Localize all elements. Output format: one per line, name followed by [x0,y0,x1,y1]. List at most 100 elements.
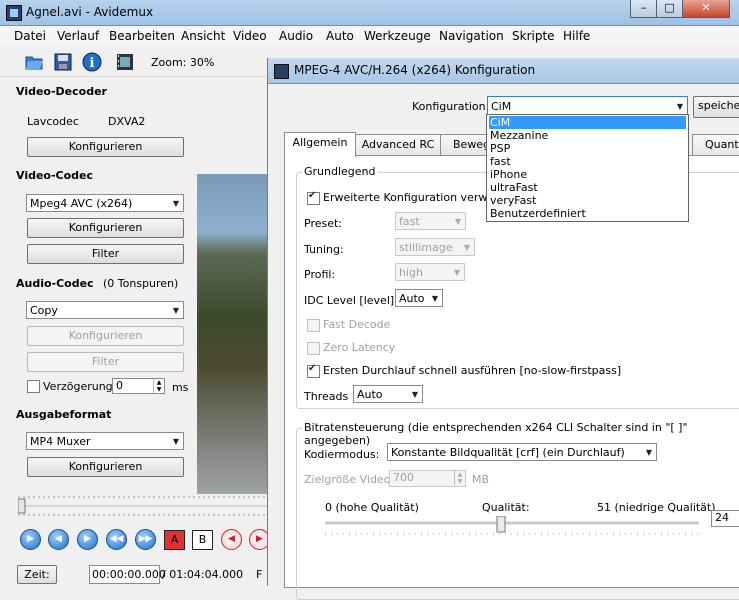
audio-filter-button[interactable]: Filter [27,352,184,372]
video-configure-button[interactable]: Konfigurieren [27,218,184,238]
idc-level-select[interactable]: Auto ▼ [395,289,443,307]
zero-latency-label: Zero Latency [323,341,396,354]
spin-arrows-icon: ▲ ▼ [153,379,164,393]
menu-bearbeiten[interactable]: Bearbeiten [109,29,175,43]
profile-value: high [399,266,423,279]
quality-spinbox[interactable]: 24 [711,510,739,527]
play-icon[interactable]: ▶ [20,529,41,550]
audio-configure-button[interactable]: Konfigurieren [27,326,184,346]
save-disk-icon[interactable] [53,52,73,72]
zoom-label: Zoom: 30% [151,56,215,69]
quality-max-label: 51 (niedrige Qualität) [597,501,716,514]
dialog-titlebar: MPEG-4 AVC/H.264 (x264) Konfiguration [268,58,739,84]
decoder-configure-button[interactable]: Konfigurieren [27,137,184,157]
audio-codec-value: Copy [30,304,58,317]
config-option-psp[interactable]: PSP [489,142,686,155]
first-pass-label: Ersten Durchlauf schnell ausführen [no-s… [323,364,622,377]
idc-level-label: IDC Level [level]: [304,294,398,307]
menu-navigation[interactable]: Navigation [439,29,504,43]
set-marker-a-button[interactable]: A [164,530,185,550]
config-option-cim[interactable]: CiM [489,116,686,129]
tab-allgemein[interactable]: Allgemein [284,132,356,157]
tuning-value: stillimage [399,241,453,254]
chevron-down-icon: ▼ [431,294,438,303]
menu-video[interactable]: Video [233,29,267,43]
extended-config-checkbox[interactable] [307,190,320,205]
tab-bewegung[interactable]: Bewegu [440,134,497,155]
menu-verlauf[interactable]: Verlauf [57,29,99,43]
audio-codec-select[interactable]: Copy ▼ [26,301,184,319]
config-option-iphone[interactable]: iPhone [489,168,686,181]
target-size-spinbox[interactable]: 700 ▲ ▼ [389,470,466,487]
output-configure-button[interactable]: Konfigurieren [27,457,184,477]
output-format-heading: Ausgabeformat [16,408,112,421]
output-format-select[interactable]: MP4 Muxer ▼ [26,432,184,450]
chevron-down-icon: ▼ [463,243,470,252]
video-codec-select[interactable]: Mpeg4 AVC (x264) ▼ [26,194,184,212]
menu-datei[interactable]: Datei [14,29,46,43]
config-select[interactable]: CiM ▼ [487,96,688,116]
menu-ansicht[interactable]: Ansicht [181,29,225,43]
video-preview [197,174,267,494]
menu-audio[interactable]: Audio [279,29,313,43]
target-size-label: Zielgröße Video: [304,473,395,486]
audio-track-count: (0 Tonspuren) [103,277,179,290]
current-time-field[interactable]: 00:00:00.000 [89,565,166,584]
next-frame-icon[interactable]: ▶ [77,529,98,550]
menu-skripte[interactable]: Skripte [512,29,555,43]
chevron-down-icon: ▼ [172,199,179,208]
fast-decode-checkbox[interactable] [307,319,320,332]
svg-text:i: i [90,56,95,71]
encoding-mode-value: Konstante Bildqualität [crf] (ein Durchl… [391,446,625,459]
info-icon[interactable]: i [82,52,102,72]
maximize-button[interactable]: □ [656,0,683,18]
threads-select[interactable]: Auto ▼ [353,385,423,403]
window-controls: – □ ✕ [630,0,739,18]
minimize-button[interactable]: – [630,0,657,18]
threads-label: Threads [304,390,349,403]
spin-arrows-icon: ▲ ▼ [454,471,465,485]
zero-latency-checkbox[interactable] [307,342,320,355]
dialog-app-icon [274,64,289,79]
config-option-mezzanine[interactable]: Mezzanine [489,129,686,142]
config-option-benutzerdefiniert[interactable]: Benutzerdefiniert [489,207,686,220]
preset-label: Preset: [304,217,343,230]
chevron-down-icon: ▼ [172,306,179,315]
set-marker-b-button[interactable]: B [192,530,213,550]
open-folder-icon[interactable] [24,52,44,72]
config-option-fast[interactable]: fast [489,155,686,168]
previous-frame-icon[interactable]: ◀ [48,529,69,550]
encoding-mode-select[interactable]: Konstante Bildqualität [crf] (ein Durchl… [387,443,657,461]
goto-marker-a-icon[interactable]: ◀ [221,529,242,550]
timeline-slider[interactable] [17,495,267,517]
first-pass-checkbox[interactable] [307,363,320,378]
tuning-select[interactable]: stillimage ▼ [395,238,475,256]
delay-spinbox[interactable]: 0 ▲ ▼ [112,378,165,394]
quality-min-label: 0 (hohe Qualität) [325,501,419,514]
delay-label: Verzögerung: [43,380,117,393]
close-button[interactable]: ✕ [682,0,730,18]
basic-group-heading: Grundlegend [302,165,378,178]
preset-select[interactable]: fast ▼ [395,212,466,230]
menu-werkzeuge[interactable]: Werkzeuge [364,29,431,43]
menu-auto[interactable]: Auto [326,29,354,43]
chevron-down-icon: ▼ [172,437,179,446]
video-codec-value: Mpeg4 AVC (x264) [30,197,133,210]
profile-select[interactable]: high ▼ [395,263,465,281]
delay-value: 0 [116,379,123,392]
config-option-ultrafast[interactable]: ultraFast [489,181,686,194]
film-strip-icon[interactable] [115,52,135,72]
fast-decode-label: Fast Decode [323,318,391,331]
video-filter-button[interactable]: Filter [27,244,184,264]
next-keyframe-icon[interactable]: ▶▶ [135,529,156,550]
delay-checkbox[interactable] [27,380,40,393]
save-config-button[interactable]: speichern [693,96,739,118]
time-button[interactable]: Zeit: [17,565,57,584]
config-option-veryfast[interactable]: veryFast [489,194,686,207]
menu-hilfe[interactable]: Hilfe [563,29,590,43]
tab-advanced-rc[interactable]: Advanced RC [355,134,441,156]
config-label: Konfiguration: [412,100,490,113]
tab-quantisierung[interactable]: Quantis [692,134,739,155]
previous-keyframe-icon[interactable]: ◀◀ [106,529,127,550]
quality-slider[interactable] [325,515,699,538]
